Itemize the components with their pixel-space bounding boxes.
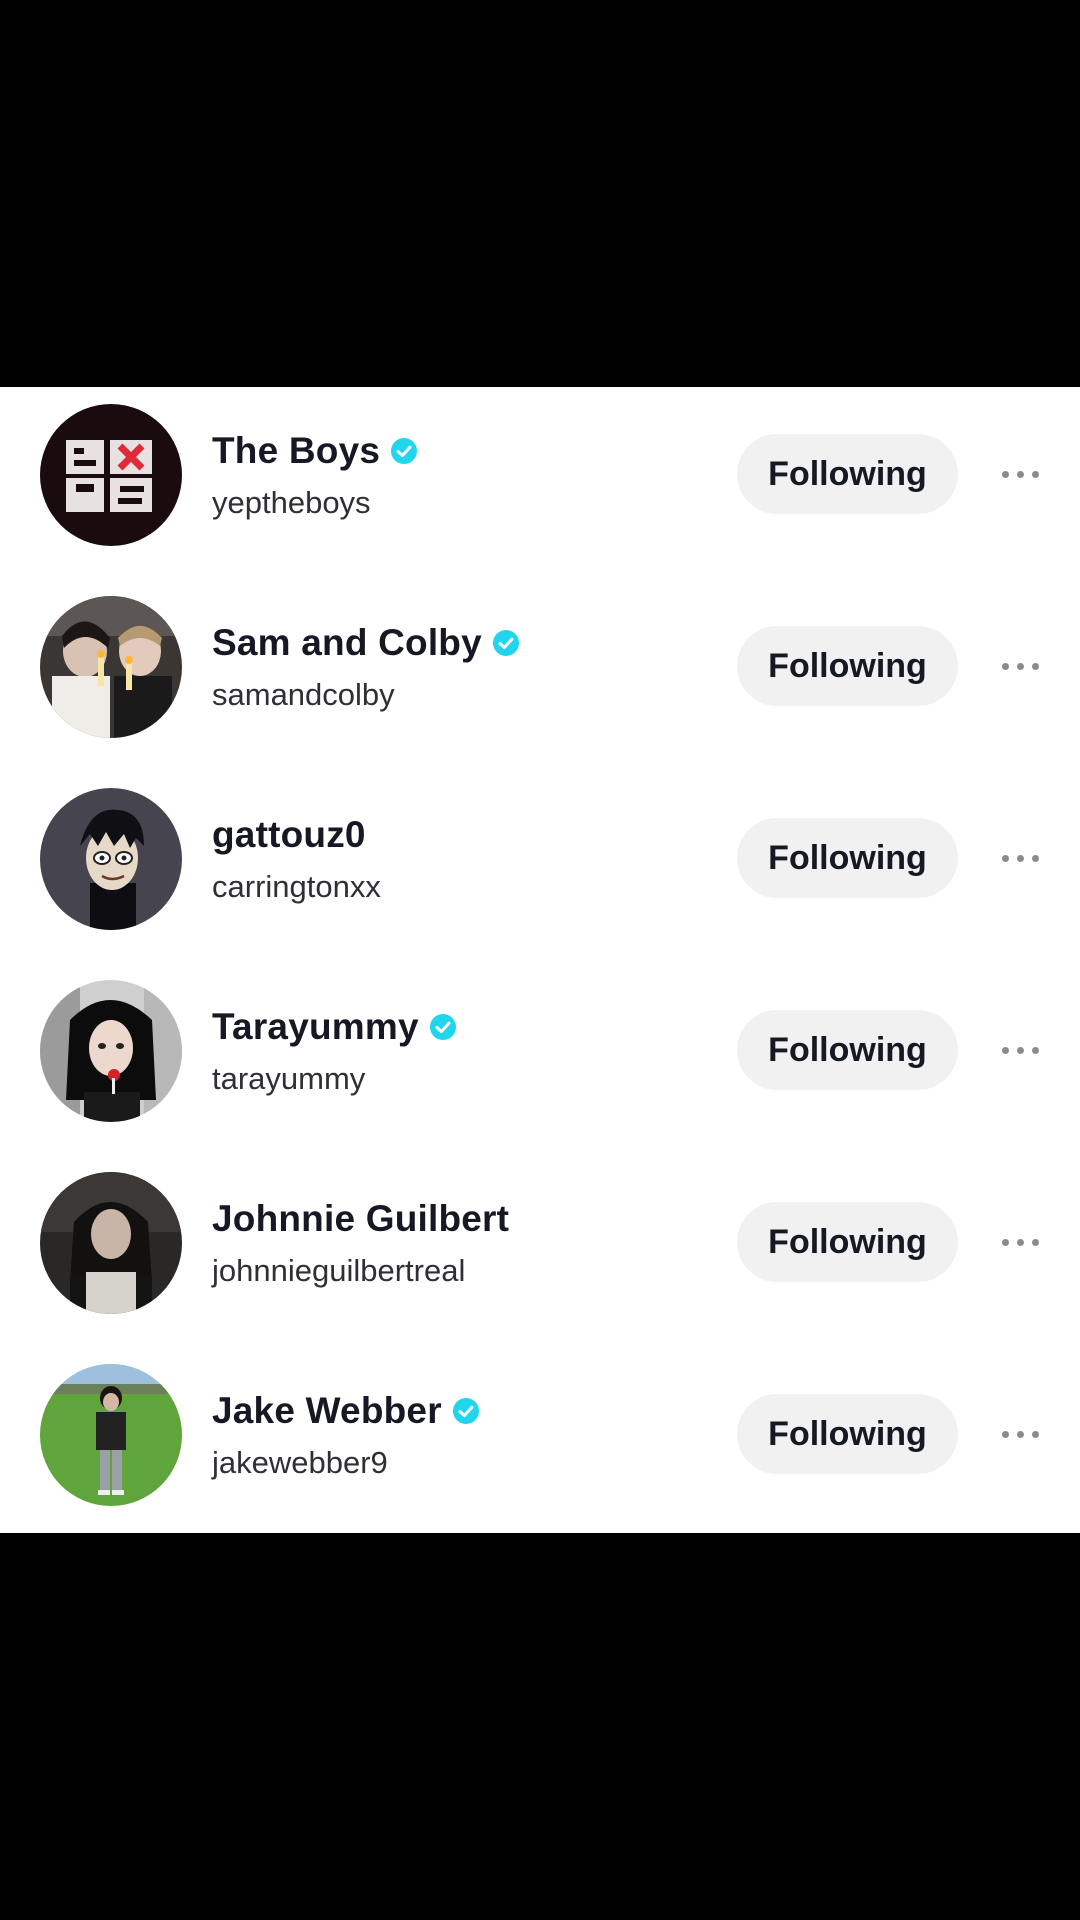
ellipsis-icon[interactable] (990, 838, 1050, 878)
avatar[interactable] (40, 980, 182, 1122)
display-name[interactable]: gattouz0 (212, 814, 366, 856)
verified-badge-icon (390, 437, 418, 465)
username: jakewebber9 (212, 1445, 388, 1480)
following-button[interactable]: Following (737, 434, 958, 514)
following-button[interactable]: Following (737, 818, 958, 898)
username: carringtonxx (212, 869, 381, 904)
display-name[interactable]: Sam and Colby (212, 622, 482, 664)
verified-badge-icon (429, 1013, 457, 1041)
ellipsis-icon[interactable] (990, 1030, 1050, 1070)
list-item[interactable]: The Boys yeptheboys Following (0, 387, 1080, 579)
avatar[interactable] (40, 1364, 182, 1506)
avatar[interactable] (40, 596, 182, 738)
verified-badge-icon (492, 629, 520, 657)
avatar[interactable] (40, 788, 182, 930)
display-name[interactable]: The Boys (212, 430, 380, 472)
list-item[interactable]: Johnnie Guilbert johnnieguilbertreal Fol… (0, 1155, 1080, 1347)
list-item[interactable]: gattouz0 carringtonxx Following (0, 771, 1080, 963)
ellipsis-icon[interactable] (990, 454, 1050, 494)
username: tarayummy (212, 1061, 366, 1096)
ellipsis-icon[interactable] (990, 646, 1050, 686)
username: yeptheboys (212, 485, 371, 520)
following-button[interactable]: Following (737, 1394, 958, 1474)
bottom-black-area (0, 1533, 1080, 1920)
following-list: The Boys yeptheboys Following Sam and Co… (0, 387, 1080, 1533)
following-button[interactable]: Following (737, 1010, 958, 1090)
top-black-area (0, 0, 1080, 387)
username: samandcolby (212, 677, 395, 712)
verified-badge-icon (452, 1397, 480, 1425)
following-button[interactable]: Following (737, 1202, 958, 1282)
following-button[interactable]: Following (737, 626, 958, 706)
avatar[interactable] (40, 1172, 182, 1314)
username: johnnieguilbertreal (212, 1253, 466, 1288)
ellipsis-icon[interactable] (990, 1222, 1050, 1262)
list-item[interactable]: Sam and Colby samandcolby Following (0, 579, 1080, 771)
list-item[interactable]: Tarayummy tarayummy Following (0, 963, 1080, 1155)
ellipsis-icon[interactable] (990, 1414, 1050, 1454)
avatar[interactable] (40, 404, 182, 546)
display-name[interactable]: Jake Webber (212, 1390, 442, 1432)
list-item[interactable]: Jake Webber jakewebber9 Following (0, 1347, 1080, 1539)
display-name[interactable]: Tarayummy (212, 1006, 419, 1048)
display-name[interactable]: Johnnie Guilbert (212, 1198, 509, 1240)
